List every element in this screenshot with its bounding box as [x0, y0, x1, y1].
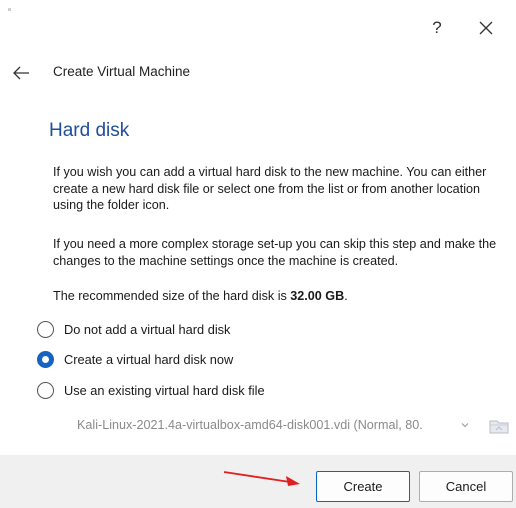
radio-button[interactable] [37, 321, 54, 338]
annotation-arrow-icon [223, 471, 300, 486]
close-icon [479, 21, 493, 35]
recommended-size-text: The recommended size of the hard disk is… [53, 288, 513, 305]
help-button[interactable]: ? [425, 16, 449, 40]
back-button[interactable] [10, 62, 32, 84]
description-paragraph: If you need a more complex storage set-u… [53, 237, 497, 268]
radio-label: Create a virtual hard disk now [64, 352, 234, 367]
radio-button[interactable] [37, 382, 54, 399]
radio-option-existing-disk[interactable]: Use an existing virtual hard disk file [37, 381, 477, 401]
folder-icon [489, 420, 509, 434]
recommended-size-prefix: The recommended size of the hard disk is [53, 289, 291, 303]
back-arrow-icon [13, 66, 29, 80]
window-corner-mark [8, 8, 11, 11]
radio-option-no-disk[interactable]: Do not add a virtual hard disk [37, 320, 477, 340]
radio-button[interactable] [37, 351, 54, 368]
close-button[interactable] [474, 16, 498, 40]
wizard-header: Create Virtual Machine [0, 58, 516, 88]
chevron-down-icon [461, 423, 469, 428]
choose-disk-file-button[interactable] [487, 414, 511, 438]
radio-label: Do not add a virtual hard disk [64, 322, 231, 337]
description-paragraph: If you wish you can add a virtual hard d… [53, 165, 487, 212]
page-title: Hard disk [49, 120, 130, 141]
radio-label: Use an existing virtual hard disk file [64, 383, 265, 398]
wizard-title: Create Virtual Machine [53, 64, 191, 79]
title-bar: ? [0, 0, 516, 48]
existing-disk-select[interactable]: Kali-Linux-2021.4a-virtualbox-amd64-disk… [67, 410, 480, 442]
recommended-size-suffix: . [344, 289, 348, 303]
cancel-button[interactable]: Cancel [419, 471, 513, 502]
create-button[interactable]: Create [316, 471, 410, 502]
recommended-size-value: 32.00 GB [290, 289, 345, 303]
existing-disk-value: Kali-Linux-2021.4a-virtualbox-amd64-disk… [77, 418, 423, 432]
radio-option-create-disk[interactable]: Create a virtual hard disk now [37, 350, 477, 370]
